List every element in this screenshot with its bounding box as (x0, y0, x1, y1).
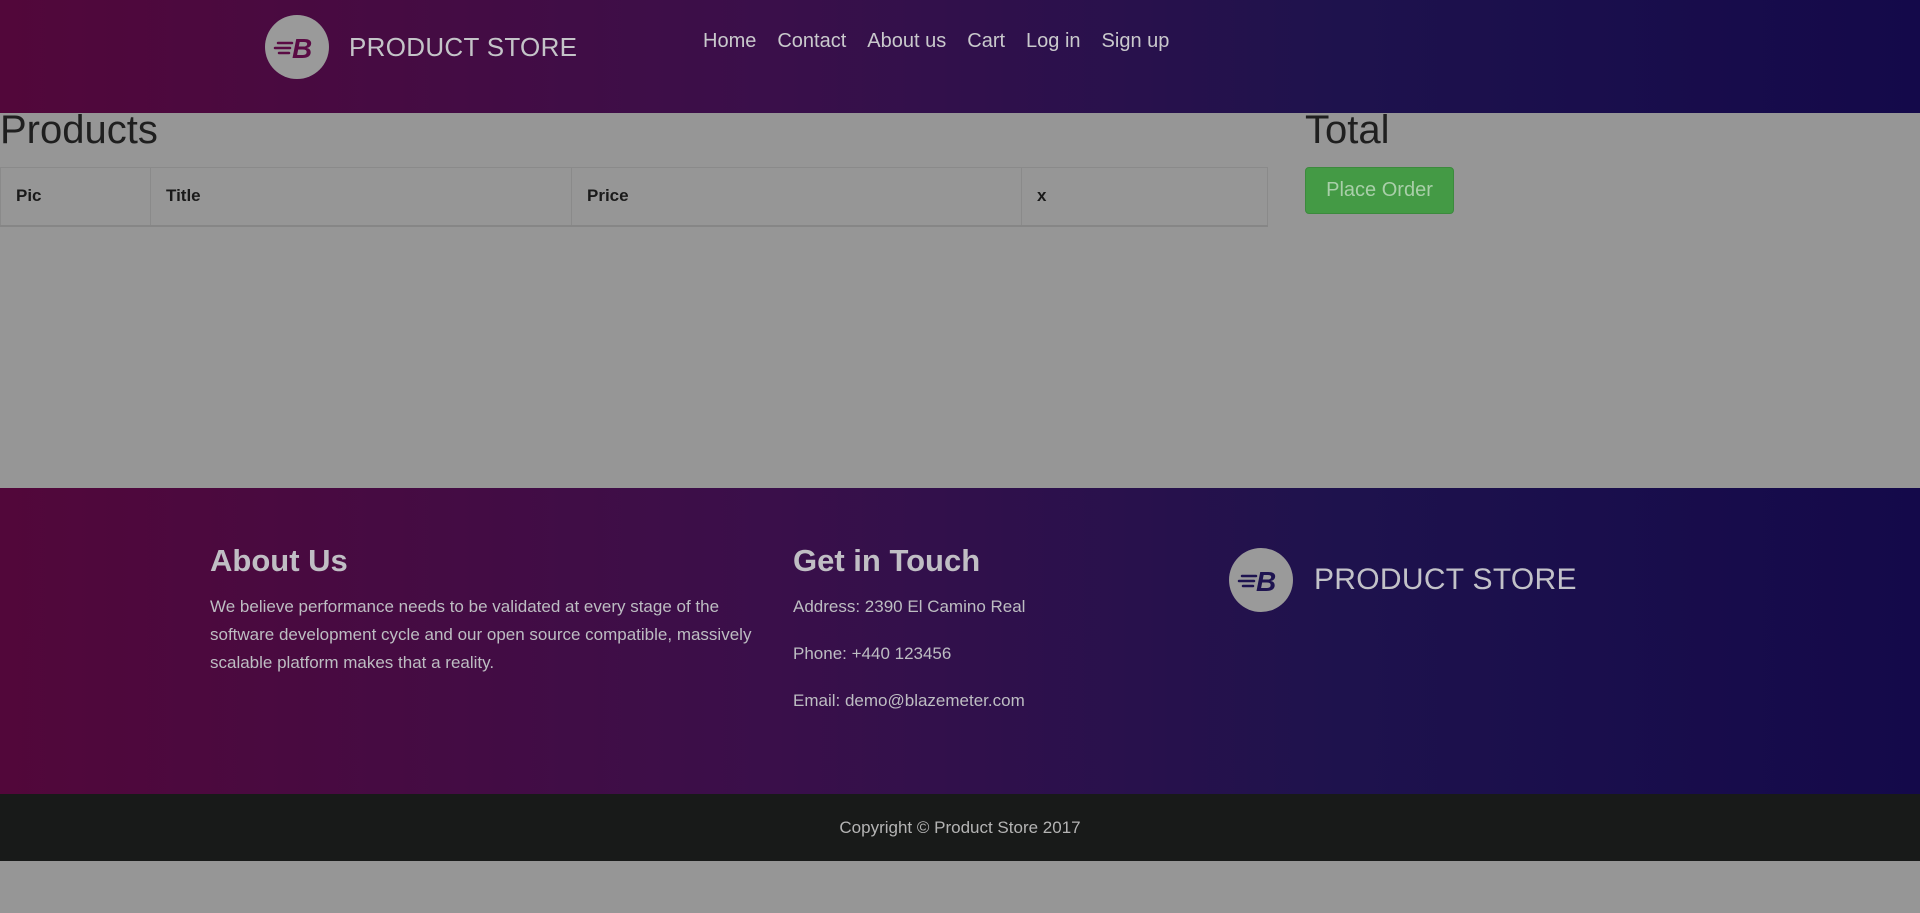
nav-signup-link[interactable]: Sign up (1102, 30, 1170, 53)
copyright-bar: Copyright © Product Store 2017 (0, 794, 1920, 861)
footer-phone: Phone: +440 123456 (793, 644, 952, 663)
place-order-button[interactable]: Place Order (1305, 167, 1454, 214)
nav-contact-link[interactable]: Contact (777, 30, 846, 53)
column-header-title: Title (150, 167, 572, 227)
navbar-brand[interactable]: B PRODUCT STORE (265, 15, 577, 79)
footer-email: Email: demo@blazemeter.com (793, 691, 1025, 710)
nav-home-link[interactable]: Home (703, 30, 756, 53)
products-heading: Products (0, 108, 158, 152)
copyright-text: Copyright © Product Store 2017 (839, 817, 1081, 837)
svg-text:B: B (292, 33, 312, 64)
nav-links: Home Contact About us Cart Log in Sign u… (703, 30, 1190, 53)
column-header-price: Price (571, 167, 1022, 227)
products-table: Pic Title Price x (0, 167, 1268, 227)
column-header-pic: Pic (0, 167, 151, 227)
nav-login-link[interactable]: Log in (1026, 30, 1081, 53)
nav-cart-link[interactable]: Cart (967, 30, 1005, 53)
footer-brand: B PRODUCT STORE (1229, 548, 1577, 612)
footer-about-heading: About Us (210, 543, 348, 578)
navbar: B PRODUCT STORE Home Contact About us Ca… (0, 0, 1920, 113)
nav-about-link[interactable]: About us (867, 30, 946, 53)
brand-name: PRODUCT STORE (349, 31, 578, 62)
footer-contact-heading: Get in Touch (793, 543, 981, 578)
column-header-delete: x (1021, 167, 1268, 227)
footer: About Us We believe performance needs to… (0, 488, 1920, 794)
footer-address: Address: 2390 El Camino Real (793, 597, 1026, 616)
svg-text:B: B (1256, 566, 1276, 597)
table-header-row: Pic Title Price x (0, 167, 1268, 227)
blazemeter-logo-icon: B (1229, 548, 1293, 612)
footer-brand-name: PRODUCT STORE (1314, 563, 1577, 596)
blazemeter-logo-icon: B (265, 15, 329, 79)
footer-contact-section: Get in Touch Address: 2390 El Camino Rea… (793, 543, 1153, 715)
total-heading: Total (1305, 108, 1390, 152)
footer-about-text: We believe performance needs to be valid… (210, 597, 752, 672)
footer-about-section: About Us We believe performance needs to… (210, 543, 770, 677)
